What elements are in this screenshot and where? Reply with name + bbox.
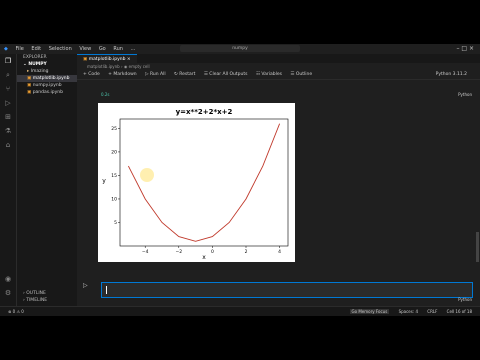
x-tick-label: −4 [142,249,149,255]
folder-numpy[interactable]: ⌄ NUMPY [17,61,77,68]
cell-language-top[interactable]: Python [458,92,472,97]
plot-output: y=x**2+2*x+2 x y −4 −2 0 2 4 5 10 15 20 25 [98,103,295,262]
menu-go[interactable]: Go [99,46,106,52]
app-logo-icon: ◆ [4,46,8,52]
maximize-icon[interactable]: □ [461,45,467,52]
data-line [127,123,281,242]
add-code-button[interactable]: + Code [83,72,100,77]
y-tick-label: 25 [111,126,117,132]
source-control-icon[interactable]: ⑂ [0,82,16,96]
explorer-icon[interactable]: ❐ [0,54,16,68]
outline-section[interactable]: › OUTLINE [17,290,46,297]
breadcrumb[interactable]: matplotlib.ipynb › ◉ empty cell [77,63,480,70]
status-right: Go Memory Focus Spaces: 4 CRLF Cell 16 o… [342,307,472,316]
x-axis-label: x [202,254,206,261]
run-cell-icon[interactable]: ▷ [83,282,88,289]
search-icon[interactable]: ⌕ [0,68,16,82]
y-tick-label: 5 [114,220,117,226]
title-bar: ◆ File Edit Selection View Go Run ... nu… [0,44,480,54]
text-cursor [106,286,107,294]
menu-file[interactable]: File [15,46,23,52]
minimize-icon[interactable]: – [456,45,459,52]
y-tick-label: 20 [111,149,117,155]
close-icon[interactable]: × [469,45,474,52]
explorer-panel: EXPLORER ⌄ NUMPY ▸ Imazing ▣ matplotlib.… [17,54,77,306]
status-item[interactable]: Spaces: 4 [399,309,418,314]
status-item[interactable]: CRLF [427,309,437,314]
run-debug-icon[interactable]: ▷ [0,96,16,110]
clear-outputs-button[interactable]: ☰ Clear All Outputs [204,72,248,77]
file-item[interactable]: ▣ matplotlib.ipynb [17,75,77,82]
x-tick-label: 2 [245,249,248,255]
cell-exec-time: 0.2s [101,92,110,97]
restart-button[interactable]: ↻ Restart [174,72,195,77]
y-axis-label: y [102,178,106,185]
activity-bar: ❐ ⌕ ⑂ ▷ ⊞ ⚗ ⌂ ◉ ⚙ [0,54,17,306]
problems-indicator[interactable]: ⊗ 0 ⚠ 0 [8,309,24,314]
timeline-section[interactable]: › TIMELINE [17,297,47,304]
window-controls: – □ × [456,45,474,52]
scrollbar[interactable] [476,232,479,262]
menu-run[interactable]: Run [113,46,123,52]
chart-title: y=x**2+2*x+2 [176,108,233,116]
x-tick-label: −2 [175,249,182,255]
empty-code-cell[interactable] [101,282,473,298]
file-item[interactable]: ▣ pandas.ipynb [17,89,77,96]
run-all-button[interactable]: ▷ Run All [145,72,166,77]
file-item[interactable]: ▸ Imazing [17,68,77,75]
status-item[interactable]: Cell 16 of 18 [447,309,472,314]
cell-language-bottom[interactable]: Python [458,297,472,302]
status-bar: ⊗ 0 ⚠ 0 Go Memory Focus Spaces: 4 CRLF C… [0,306,480,316]
status-item[interactable]: Go Memory Focus [349,309,390,314]
extensions-icon[interactable]: ⊞ [0,110,16,124]
x-tick-label: 0 [211,249,214,255]
plot-frame [119,118,289,247]
menu-selection[interactable]: Selection [49,46,72,52]
menu-more[interactable]: ... [131,46,136,52]
search-text: numpy [232,46,248,51]
line-chart: y=x**2+2*x+2 x y −4 −2 0 2 4 5 10 15 20 25 [102,108,289,261]
cursor-highlight [140,168,154,182]
testing-icon[interactable]: ⚗ [0,124,16,138]
account-icon[interactable]: ◉ [0,272,16,286]
variables-button[interactable]: ☷ Variables [256,72,282,77]
menu-edit[interactable]: Edit [31,46,41,52]
menu-bar: ◆ File Edit Selection View Go Run ... [4,46,141,52]
x-tick-label: 4 [278,249,281,255]
menu-view[interactable]: View [79,46,91,52]
kernel-picker[interactable]: Python 3.11.2 [436,70,467,79]
outline-button[interactable]: ☰ Outline [290,72,312,77]
search-box[interactable]: numpy [180,45,300,52]
file-item[interactable]: ▣ numpy.ipynb [17,82,77,89]
add-markdown-button[interactable]: + Markdown [108,72,136,77]
remote-icon[interactable]: ⌂ [0,138,16,152]
y-tick-label: 10 [111,196,117,202]
y-tick-label: 15 [111,173,117,179]
explorer-title: EXPLORER [23,55,47,60]
tab-bar: ▣ matplotlib.ipynb × [77,54,480,64]
notebook-toolbar: + Code + Markdown ▷ Run All ↻ Restart ☰ … [77,70,480,80]
settings-gear-icon[interactable]: ⚙ [0,286,16,300]
close-tab-icon[interactable]: × [127,57,131,62]
